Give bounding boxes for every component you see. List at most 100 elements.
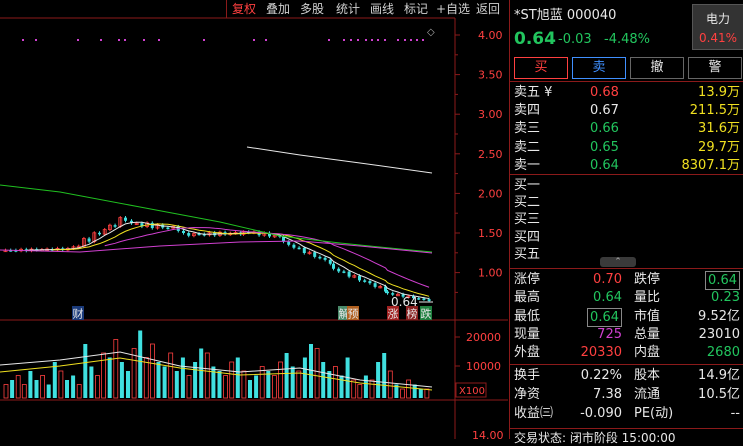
- volume-tick-label: 20000: [466, 331, 501, 344]
- marker-label: 财: [73, 307, 84, 321]
- candle-body: [318, 256, 322, 259]
- ma-long-line: [0, 240, 433, 254]
- volume-bar: [46, 384, 51, 398]
- volume-bar: [271, 375, 277, 399]
- candle-body: [302, 247, 306, 254]
- toolbar-6[interactable]: +自选: [436, 1, 470, 17]
- event-dot: [77, 39, 79, 41]
- ask-row[interactable]: 卖五 ¥ 0.68 13.9万: [510, 84, 743, 101]
- volume-bar: [351, 379, 357, 399]
- toolbar-0[interactable]: 复权: [232, 1, 256, 17]
- toolbar-4[interactable]: 画线: [370, 1, 394, 17]
- kline-chart[interactable]: 4.00 3.50 3.00 2.50 2.00 1.50 1.00 20000 10000 X1…: [0, 0, 508, 439]
- candle-body: [113, 225, 117, 227]
- buy-button[interactable]: 买: [514, 57, 568, 79]
- volume-unit-label: X100: [459, 386, 485, 397]
- stat-row[interactable]: 最高 0.64 量比 0.23: [510, 289, 743, 306]
- volume-bar: [424, 388, 430, 399]
- ask-row[interactable]: 卖三 0.66 31.6万: [510, 120, 743, 137]
- stat-eps-label: 收益㈢: [514, 406, 554, 421]
- ask-row[interactable]: 卖二 0.65 29.7万: [510, 139, 743, 156]
- event-dot: [365, 39, 367, 41]
- volume-bar: [156, 362, 161, 398]
- cancel-button[interactable]: 撤: [630, 57, 684, 79]
- alert-button[interactable]: 警: [688, 57, 742, 79]
- candle-body: [427, 299, 431, 301]
- sector-badge[interactable]: 电力 0.41%: [692, 4, 743, 50]
- volume-bar: [369, 379, 375, 399]
- stat-row[interactable]: 现量 725 总量 23010: [510, 326, 743, 343]
- candle-body: [337, 268, 341, 272]
- volume-bar: [235, 357, 240, 398]
- event-dot: [143, 39, 145, 41]
- collapse-toggle[interactable]: ⌃: [600, 257, 636, 267]
- stat-row[interactable]: 换手 0.22% 股本 14.9亿: [510, 367, 743, 384]
- stat-out-label: 外盘: [514, 345, 541, 361]
- ask-row[interactable]: 卖一 0.64 8307.1万: [510, 157, 743, 174]
- volume-bar: [254, 375, 259, 398]
- stat-row[interactable]: 涨停 0.70 跌停 0.64: [510, 271, 743, 290]
- volume-bar: [412, 384, 417, 398]
- toolbar-5[interactable]: 标记: [404, 1, 428, 17]
- volume-bar: [290, 366, 295, 398]
- volume-bar: [10, 380, 15, 398]
- toolbar-7[interactable]: 返回: [476, 1, 500, 17]
- volume-bar: [302, 357, 307, 398]
- bid-row[interactable]: 买四: [510, 229, 743, 246]
- event-dot: [100, 39, 102, 41]
- marker-label: 榜: [407, 307, 418, 321]
- ask-price: 0.67: [590, 103, 619, 119]
- ask-row[interactable]: 卖四 0.67 211.5万: [510, 102, 743, 119]
- stat-cap-label: 股本: [634, 368, 661, 383]
- price-change-pct: -4.48%: [604, 32, 650, 47]
- stat-lb: 0.23: [711, 290, 740, 306]
- stat-row[interactable]: 收益㈢ -0.090 PE(动) --: [510, 405, 743, 422]
- volume-bar: [296, 370, 302, 399]
- stat-row[interactable]: 净资 7.38 流通 10.5亿: [510, 386, 743, 403]
- volume-bar: [65, 380, 69, 398]
- volume-bar: [278, 361, 283, 399]
- volume-bar: [162, 366, 167, 398]
- stat-mv: 9.52亿: [698, 308, 740, 324]
- stat-row[interactable]: 最低 0.64 市值 9.52亿: [510, 307, 743, 327]
- event-dot: [124, 39, 126, 41]
- bid-row[interactable]: 买二: [510, 194, 743, 211]
- volume-bar: [387, 370, 393, 399]
- sell-button[interactable]: 卖: [572, 57, 626, 79]
- toolbar-1[interactable]: 叠加: [266, 1, 290, 17]
- stat-cur-label: 现量: [514, 326, 541, 342]
- toolbar-3[interactable]: 统计: [336, 1, 360, 17]
- candle-body: [368, 281, 372, 284]
- volume-bar: [52, 362, 57, 398]
- event-dot: [416, 39, 418, 41]
- volume-bar: [418, 389, 423, 398]
- ask-price: 0.64: [590, 157, 619, 173]
- last-price: 0.64: [514, 29, 556, 49]
- volume-bar: [3, 384, 9, 399]
- volume-bar: [83, 344, 88, 398]
- bid-row[interactable]: 买三: [510, 211, 743, 228]
- volume-bar: [400, 388, 405, 399]
- volume-bar: [327, 371, 332, 398]
- stock-title: *ST旭蓝 000040: [514, 8, 617, 23]
- candle-body: [363, 280, 367, 282]
- volume-bar: [21, 384, 27, 399]
- stat-flow-label: 流通: [634, 387, 661, 402]
- stat-cur: 725: [597, 326, 622, 342]
- volume-bar: [28, 371, 33, 398]
- event-dot: [118, 39, 120, 41]
- stat-row[interactable]: 外盘 20330 内盘 2680: [510, 344, 743, 361]
- chart-toolbar: 复权 叠加 多股 统计 画线 标记 +自选 返回: [0, 0, 508, 18]
- event-dot: [343, 39, 345, 41]
- bid-row[interactable]: 买一: [510, 177, 743, 194]
- volume-bar: [138, 330, 143, 398]
- toolbar-2[interactable]: 多股: [300, 1, 324, 17]
- scroll-icon[interactable]: ◇: [427, 27, 435, 38]
- bottom-tick-label: 14.00: [472, 429, 504, 439]
- ask-label: 卖五 ¥: [514, 85, 553, 100]
- stat-dt: 0.64: [705, 271, 740, 290]
- event-dot: [410, 39, 412, 41]
- quote-panel: *ST旭蓝 000040 0.64 -0.03 -4.48% 电力 0.41% …: [509, 0, 743, 445]
- ask-label: 卖四: [514, 103, 541, 119]
- volume-bar: [76, 384, 82, 399]
